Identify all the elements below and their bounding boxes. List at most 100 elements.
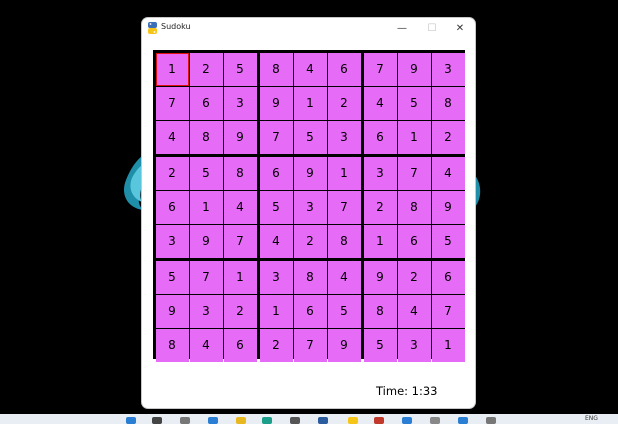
sudoku-cell-r8c9[interactable]: 7 <box>431 294 465 328</box>
sudoku-cell-r7c6[interactable]: 4 <box>327 260 361 294</box>
language-indicator[interactable]: ENG <box>585 415 598 422</box>
sudoku-cell-r9c9[interactable]: 1 <box>431 328 465 362</box>
store-icon[interactable] <box>290 417 300 424</box>
sudoku-cell-r2c1[interactable]: 7 <box>155 86 189 120</box>
sudoku-cell-r9c5[interactable]: 7 <box>293 328 327 362</box>
sudoku-cell-r1c3[interactable]: 5 <box>223 52 257 86</box>
sudoku-cell-r1c2[interactable]: 2 <box>189 52 223 86</box>
sudoku-cell-r3c2[interactable]: 8 <box>189 120 223 154</box>
sudoku-cell-r5c9[interactable]: 9 <box>431 190 465 224</box>
sudoku-cell-r5c1[interactable]: 6 <box>155 190 189 224</box>
sudoku-cell-r8c4[interactable]: 1 <box>259 294 293 328</box>
app-icon-4[interactable] <box>458 417 468 424</box>
sudoku-cell-r7c5[interactable]: 8 <box>293 260 327 294</box>
sudoku-cell-r7c8[interactable]: 2 <box>397 260 431 294</box>
sudoku-cell-r9c6[interactable]: 9 <box>327 328 361 362</box>
sudoku-cell-r1c5[interactable]: 4 <box>293 52 327 86</box>
sudoku-cell-r7c7[interactable]: 9 <box>363 260 397 294</box>
sudoku-cell-r6c1[interactable]: 3 <box>155 224 189 258</box>
sudoku-cell-r6c5[interactable]: 2 <box>293 224 327 258</box>
app-icon-5[interactable] <box>486 417 496 424</box>
sudoku-cell-r4c3[interactable]: 8 <box>223 156 257 190</box>
sudoku-cell-r3c5[interactable]: 5 <box>293 120 327 154</box>
sudoku-cell-r5c2[interactable]: 1 <box>189 190 223 224</box>
sudoku-cell-r9c2[interactable]: 4 <box>189 328 223 362</box>
sudoku-cell-r2c4[interactable]: 9 <box>259 86 293 120</box>
sudoku-cell-r7c2[interactable]: 7 <box>189 260 223 294</box>
sudoku-cell-r2c3[interactable]: 3 <box>223 86 257 120</box>
sudoku-cell-r3c3[interactable]: 9 <box>223 120 257 154</box>
sudoku-cell-r6c4[interactable]: 4 <box>259 224 293 258</box>
sudoku-cell-r2c7[interactable]: 4 <box>363 86 397 120</box>
sudoku-cell-r5c4[interactable]: 5 <box>259 190 293 224</box>
sudoku-cell-r8c2[interactable]: 3 <box>189 294 223 328</box>
close-button[interactable]: ✕ <box>445 18 475 38</box>
sudoku-cell-r4c7[interactable]: 3 <box>363 156 397 190</box>
sudoku-cell-r6c2[interactable]: 9 <box>189 224 223 258</box>
sudoku-cell-r5c8[interactable]: 8 <box>397 190 431 224</box>
search-icon[interactable] <box>152 417 162 424</box>
sudoku-cell-r5c3[interactable]: 4 <box>223 190 257 224</box>
sudoku-cell-r2c6[interactable]: 2 <box>327 86 361 120</box>
python-icon[interactable] <box>348 417 358 424</box>
sudoku-cell-r4c2[interactable]: 5 <box>189 156 223 190</box>
sudoku-cell-r4c9[interactable]: 4 <box>431 156 465 190</box>
sudoku-cell-r4c8[interactable]: 7 <box>397 156 431 190</box>
widgets-icon[interactable] <box>208 417 218 424</box>
sudoku-cell-r2c2[interactable]: 6 <box>189 86 223 120</box>
sudoku-cell-r8c3[interactable]: 2 <box>223 294 257 328</box>
start-icon[interactable] <box>126 417 136 424</box>
sudoku-cell-r3c8[interactable]: 1 <box>397 120 431 154</box>
sudoku-cell-r8c8[interactable]: 4 <box>397 294 431 328</box>
sudoku-cell-r8c6[interactable]: 5 <box>327 294 361 328</box>
sudoku-cell-r1c6[interactable]: 6 <box>327 52 361 86</box>
sudoku-cell-r1c8[interactable]: 9 <box>397 52 431 86</box>
sudoku-cell-r2c9[interactable]: 8 <box>431 86 465 120</box>
sudoku-cell-r2c5[interactable]: 1 <box>293 86 327 120</box>
sudoku-cell-r7c9[interactable]: 6 <box>431 260 465 294</box>
sudoku-cell-r3c7[interactable]: 6 <box>363 120 397 154</box>
sudoku-cell-r4c6[interactable]: 1 <box>327 156 361 190</box>
sudoku-cell-r3c1[interactable]: 4 <box>155 120 189 154</box>
sudoku-cell-r7c3[interactable]: 1 <box>223 260 257 294</box>
sudoku-cell-r9c3[interactable]: 6 <box>223 328 257 362</box>
sudoku-cell-r4c1[interactable]: 2 <box>155 156 189 190</box>
sudoku-cell-r7c1[interactable]: 5 <box>155 260 189 294</box>
sudoku-cell-r3c6[interactable]: 3 <box>327 120 361 154</box>
sudoku-cell-r6c6[interactable]: 8 <box>327 224 361 258</box>
sudoku-cell-r4c4[interactable]: 6 <box>259 156 293 190</box>
title-bar[interactable]: Sudoku — ☐ ✕ <box>142 18 475 38</box>
sudoku-cell-r1c1[interactable]: 1 <box>155 52 189 86</box>
sudoku-cell-r5c6[interactable]: 7 <box>327 190 361 224</box>
sudoku-cell-r9c8[interactable]: 3 <box>397 328 431 362</box>
sudoku-cell-r4c5[interactable]: 9 <box>293 156 327 190</box>
sudoku-cell-r8c5[interactable]: 6 <box>293 294 327 328</box>
sudoku-cell-r3c9[interactable]: 2 <box>431 120 465 154</box>
sudoku-cell-r6c3[interactable]: 7 <box>223 224 257 258</box>
sudoku-cell-r9c4[interactable]: 2 <box>259 328 293 362</box>
task-view-icon[interactable] <box>180 417 190 424</box>
sudoku-cell-r9c7[interactable]: 5 <box>363 328 397 362</box>
maximize-button[interactable]: ☐ <box>417 18 447 38</box>
edge-icon[interactable] <box>262 417 272 424</box>
sudoku-cell-r7c4[interactable]: 3 <box>259 260 293 294</box>
sudoku-cell-r3c4[interactable]: 7 <box>259 120 293 154</box>
sudoku-cell-r9c1[interactable]: 8 <box>155 328 189 362</box>
sudoku-cell-r6c9[interactable]: 5 <box>431 224 465 258</box>
sudoku-cell-r6c7[interactable]: 1 <box>363 224 397 258</box>
sudoku-cell-r2c8[interactable]: 5 <box>397 86 431 120</box>
sudoku-cell-r1c7[interactable]: 7 <box>363 52 397 86</box>
minimize-button[interactable]: — <box>387 18 417 38</box>
sudoku-cell-r8c1[interactable]: 9 <box>155 294 189 328</box>
sudoku-cell-r5c7[interactable]: 2 <box>363 190 397 224</box>
sudoku-cell-r1c4[interactable]: 8 <box>259 52 293 86</box>
app-icon-2[interactable] <box>402 417 412 424</box>
app-icon[interactable] <box>374 417 384 424</box>
sudoku-cell-r8c7[interactable]: 8 <box>363 294 397 328</box>
sudoku-cell-r6c8[interactable]: 6 <box>397 224 431 258</box>
terminal-icon[interactable] <box>318 417 328 424</box>
app-icon-3[interactable] <box>430 417 440 424</box>
explorer-icon[interactable] <box>236 417 246 424</box>
sudoku-cell-r1c9[interactable]: 3 <box>431 52 465 86</box>
sudoku-cell-r5c5[interactable]: 3 <box>293 190 327 224</box>
